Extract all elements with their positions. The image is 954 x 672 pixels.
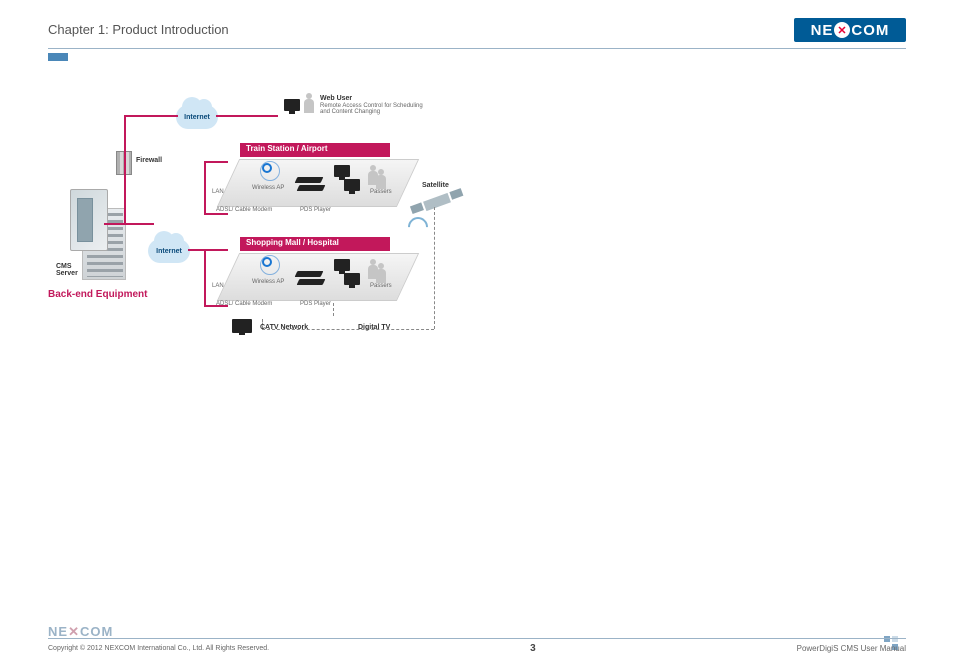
zone1-lan-label: LAN (212, 189, 224, 195)
zone1-panel (217, 159, 419, 207)
page-number: 3 (530, 643, 536, 654)
header-rule (48, 48, 906, 49)
display-icon (344, 273, 360, 285)
zone2-passers-label: Passers (370, 283, 392, 289)
cloud-internet-label: Internet (184, 114, 210, 121)
zone2-player-label: PDS Player (300, 301, 331, 307)
zone2-modem-label: ADSL/ Cable Modem (216, 301, 272, 307)
person-icon (304, 99, 314, 113)
zone2-band: Shopping Mall / Hospital (240, 237, 390, 251)
web-user-title: Web User (320, 95, 352, 102)
person-icon (376, 175, 386, 189)
pds-player-icon (295, 177, 324, 183)
web-user-desc: Remote Access Control for Scheduling and… (320, 103, 430, 115)
display-icon (334, 259, 350, 271)
wireless-ap-icon (262, 257, 272, 267)
copyright: Copyright © 2012 NEXCOM International Co… (48, 645, 269, 652)
cms-server-label: CMS Server (56, 263, 78, 277)
satellite-icon (423, 193, 451, 211)
pds-player-icon (297, 185, 326, 191)
backend-title: Back-end Equipment (48, 289, 147, 300)
zone2-ap-label: Wireless AP (252, 279, 284, 285)
firewall-label: Firewall (136, 157, 162, 164)
document-title: PowerDigiS CMS User Manual (797, 644, 906, 653)
cms-server-icon (70, 189, 108, 251)
zone1-player-label: PDS Player (300, 207, 331, 213)
footer: Copyright © 2012 NEXCOM International Co… (48, 638, 906, 654)
digitaltv-label: Digital TV (358, 324, 390, 331)
architecture-diagram: CMS Server Back-end Equipment Firewall I… (48, 85, 908, 345)
chapter-title: Chapter 1: Product Introduction (48, 22, 906, 37)
zone1-ap-label: Wireless AP (252, 185, 284, 191)
tv-icon (232, 319, 252, 333)
cloud-internet-icon: Internet (148, 239, 190, 263)
display-icon (334, 165, 350, 177)
zone2-lan-label: LAN (212, 283, 224, 289)
monitor-icon (284, 99, 300, 111)
pds-player-icon (295, 271, 324, 277)
zone2-panel (217, 253, 419, 301)
satellite-label: Satellite (422, 182, 449, 189)
cloud-internet-icon: Internet (176, 105, 218, 129)
zone1-passers-label: Passers (370, 189, 392, 195)
person-icon (376, 269, 386, 283)
wireless-ap-icon (262, 163, 272, 173)
zone1-modem-label: ADSL/ Cable Modem (216, 207, 272, 213)
zone1-band: Train Station / Airport (240, 143, 390, 157)
brand-logo-top: NE✕COM (794, 18, 906, 42)
accent-bar (48, 53, 68, 61)
cloud-internet-label: Internet (156, 248, 182, 255)
pds-player-icon (297, 279, 326, 285)
signal-waves-icon (404, 213, 432, 241)
display-icon (344, 179, 360, 191)
catv-label: CATV Network (260, 324, 308, 331)
